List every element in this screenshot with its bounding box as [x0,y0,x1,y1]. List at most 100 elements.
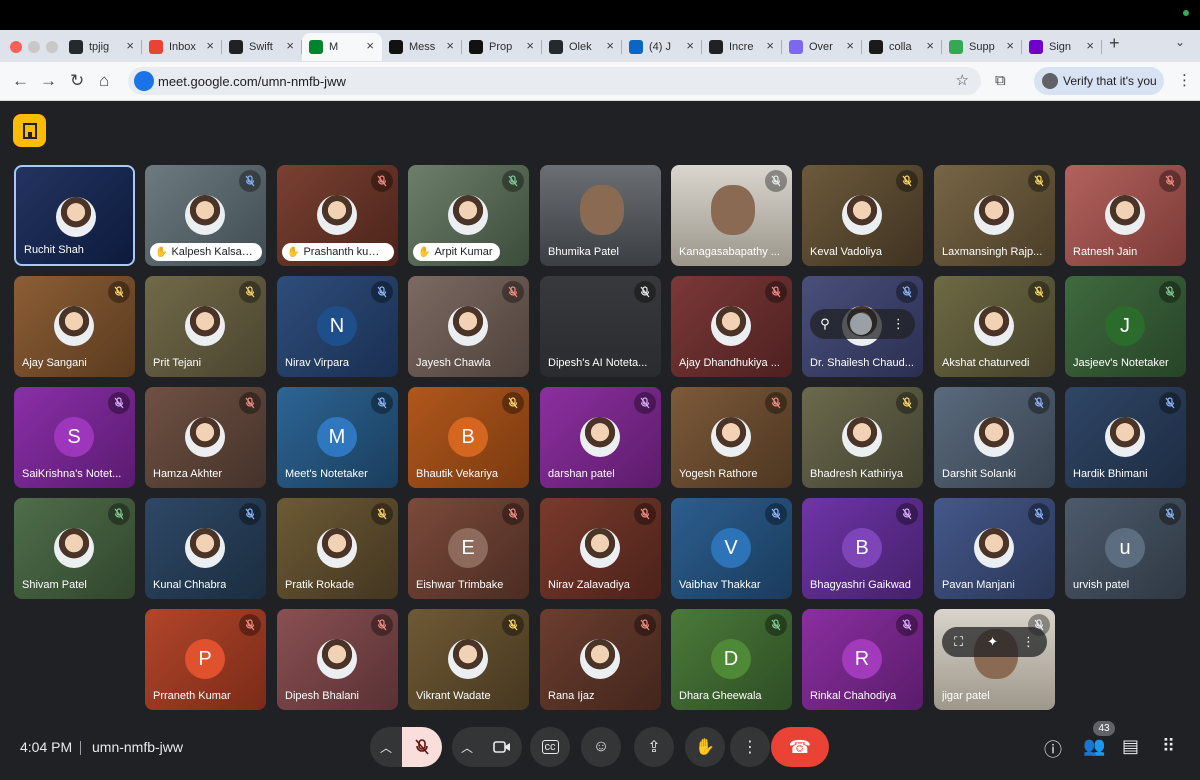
participant-tile[interactable]: ✋ Arpit Kumar [408,165,529,266]
tab-close-icon[interactable]: × [366,39,374,53]
participant-tile[interactable]: E Eishwar Trimbake [408,498,529,599]
browser-tab[interactable]: Supp × [942,33,1022,61]
participant-tile[interactable]: N Nirav Virpara [277,276,398,377]
participant-tile[interactable]: ⛶ ✦ ⋮ jigar patel [934,609,1055,710]
audio-options-button[interactable]: ︿ [370,727,402,767]
browser-tab[interactable]: Over × [782,33,862,61]
more-options-button[interactable]: ⋮ [730,727,770,767]
raise-hand-button[interactable]: ✋ [685,727,725,767]
present-screen-button[interactable]: ⇪ [634,727,674,767]
participant-tile[interactable]: Pratik Rokade [277,498,398,599]
participant-tile[interactable]: Hardik Bhimani [1065,387,1186,488]
tab-search-icon[interactable]: ⌄ [1175,35,1185,49]
extensions-puzzle-icon[interactable]: ⧉ [995,72,1006,89]
browser-tab[interactable]: Prop × [462,33,542,61]
captions-button[interactable]: cc [530,727,570,767]
browser-tab[interactable]: Sign × [1022,33,1102,61]
browser-tab[interactable]: (4) J × [622,33,702,61]
participant-tile[interactable]: Prit Tejani [145,276,266,377]
participant-tile[interactable]: Kanagasabapathy ... [671,165,792,266]
participant-tile[interactable]: Vikrant Wadate [408,609,529,710]
reactions-button[interactable]: ☺ [581,727,621,767]
home-icon[interactable]: ⌂ [99,71,109,91]
activities-grid-icon[interactable]: ⠿ [1162,736,1175,757]
address-bar[interactable]: meet.google.com/umn-nmfb-jww ☆ [128,67,981,95]
browser-tab[interactable]: Olek × [542,33,622,61]
participant-tile[interactable]: Ruchit Shah [14,165,135,266]
tab-close-icon[interactable]: × [926,39,934,53]
participant-tile[interactable]: Jayesh Chawla [408,276,529,377]
participant-tile[interactable]: Kunal Chhabra [145,498,266,599]
tab-close-icon[interactable]: × [1006,39,1014,53]
window-zoom-icon[interactable] [46,41,58,53]
chat-icon[interactable]: ▤ [1122,736,1139,757]
forward-arrow-icon[interactable]: → [40,71,57,91]
tab-close-icon[interactable]: × [686,39,694,53]
participant-tile[interactable]: Ajay Dhandhukiya ... [671,276,792,377]
participant-tile[interactable]: J Jasjeev's Notetaker [1065,276,1186,377]
participant-tile[interactable]: D Dhara Gheewala [671,609,792,710]
browser-tab[interactable]: Inbox × [142,33,222,61]
bookmark-star-icon[interactable]: ☆ [956,71,969,89]
participant-tile[interactable]: V Vaibhav Thakkar [671,498,792,599]
verify-identity-button[interactable]: Verify that it's you [1034,67,1164,95]
back-arrow-icon[interactable]: ← [12,71,29,91]
participant-tile[interactable]: B Bhautik Vekariya [408,387,529,488]
participant-tile[interactable]: M Meet's Notetaker [277,387,398,488]
tab-close-icon[interactable]: × [206,39,214,53]
browser-menu-icon[interactable]: ⋮ [1177,71,1192,89]
site-info-icon[interactable] [134,71,154,91]
participant-tile[interactable]: u urvish patel [1065,498,1186,599]
meeting-info-icon[interactable]: ⓘ [1044,736,1062,762]
participant-tile[interactable]: Bhumika Patel [540,165,661,266]
participant-tile[interactable]: Bhadresh Kathiriya [802,387,923,488]
tab-close-icon[interactable]: × [126,39,134,53]
participant-tile[interactable]: Dipesh Bhalani [277,609,398,710]
tab-close-icon[interactable]: × [1086,39,1094,53]
participant-tile[interactable]: Hamza Akhter [145,387,266,488]
reload-icon[interactable]: ↻ [70,71,84,91]
participant-tile[interactable]: Darshit Solanki [934,387,1055,488]
participant-tile[interactable]: R Rinkal Chahodiya [802,609,923,710]
tab-close-icon[interactable]: × [446,39,454,53]
participant-tile[interactable]: Nirav Zalavadiya [540,498,661,599]
leave-call-button[interactable]: ☎ [771,727,829,767]
tab-close-icon[interactable]: × [606,39,614,53]
tab-close-icon[interactable]: × [846,39,854,53]
window-minimize-icon[interactable] [28,41,40,53]
browser-tab[interactable]: colla × [862,33,942,61]
participant-tile[interactable]: Dipesh's AI Noteta... [540,276,661,377]
participant-tile[interactable]: Keval Vadoliya [802,165,923,266]
browser-tab[interactable]: tpjig × [62,33,142,61]
participant-tile[interactable]: Pavan Manjani [934,498,1055,599]
microphone-toggle-button[interactable] [402,727,442,767]
browser-tab[interactable]: M × [302,33,382,61]
window-close-icon[interactable] [10,41,22,53]
video-options-button[interactable]: ︿ [452,727,482,767]
more-vertical-icon[interactable]: ⋮ [892,316,905,332]
new-tab-icon[interactable]: + [1109,33,1120,54]
tab-close-icon[interactable]: × [286,39,294,53]
participant-tile[interactable]: ✋ Kalpesh Kalsariya [145,165,266,266]
participant-tile[interactable]: ✋ Prashanth kuma... [277,165,398,266]
browser-tab[interactable]: Incre × [702,33,782,61]
more-vertical-icon[interactable]: ⋮ [1022,634,1035,650]
tab-close-icon[interactable]: × [526,39,534,53]
participant-tile[interactable]: Akshat chaturvedi [934,276,1055,377]
camera-toggle-button[interactable] [482,727,522,767]
browser-tab[interactable]: Swift × [222,33,302,61]
frame-person-icon[interactable]: ⛶ [954,634,963,650]
participant-tile[interactable]: darshan patel [540,387,661,488]
participant-tile[interactable]: P Prraneth Kumar [145,609,266,710]
participant-tile[interactable]: Shivam Patel [14,498,135,599]
participant-tile[interactable]: B Bhagyashri Gaikwad [802,498,923,599]
people-icon[interactable]: 👥 [1083,736,1105,757]
tab-close-icon[interactable]: × [766,39,774,53]
visual-effects-icon[interactable]: ✦ [987,634,998,650]
participant-tile[interactable]: Laxmansingh Rajp... [934,165,1055,266]
browser-tab[interactable]: Mess × [382,33,462,61]
participant-tile[interactable]: S SaiKrishna's Notet... [14,387,135,488]
pin-icon[interactable]: ⚲ [820,316,830,332]
participant-tile[interactable]: ⚲ ⋮ Dr. Shailesh Chaud... [802,276,923,377]
participant-tile[interactable]: Rana Ijaz [540,609,661,710]
